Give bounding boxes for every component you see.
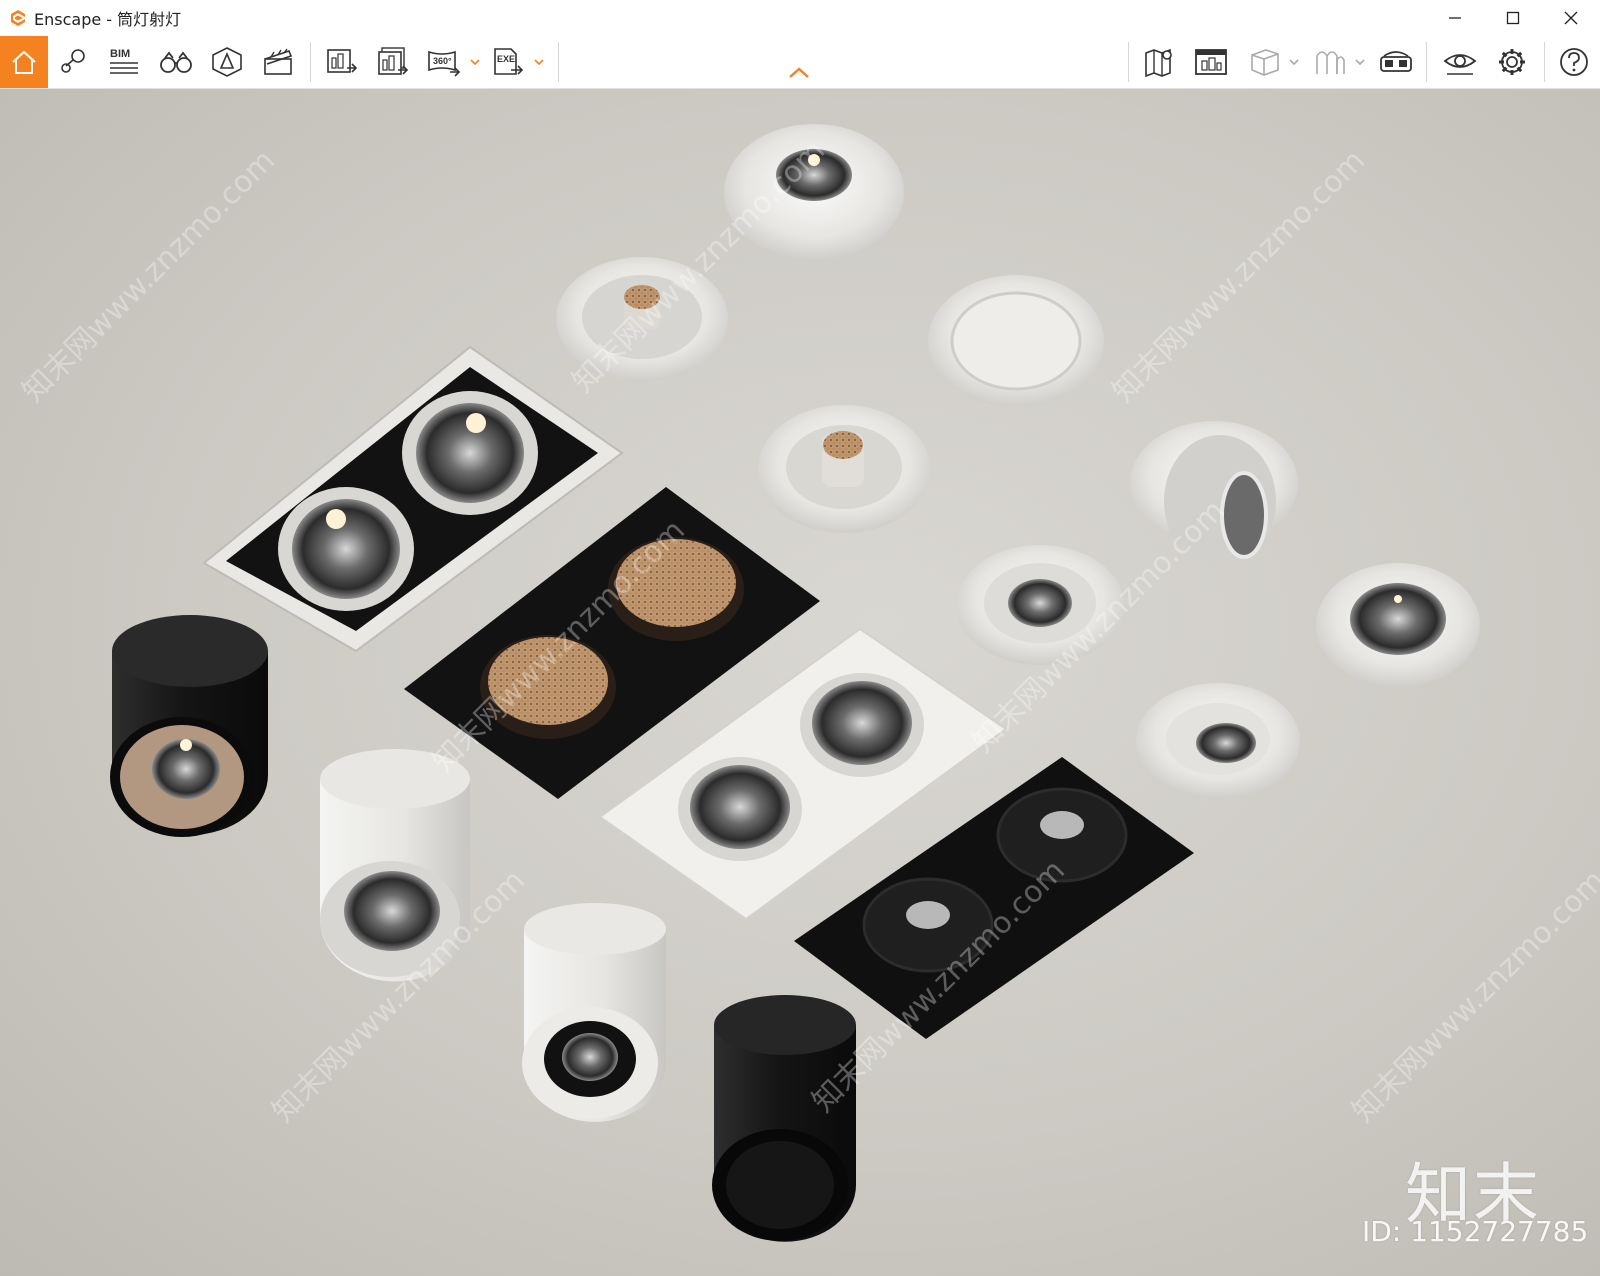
- vr-headset-icon: [1380, 51, 1412, 72]
- chevron-down-icon: [1355, 59, 1365, 65]
- panorama-360-icon: 360°: [428, 50, 461, 77]
- svg-text:360°: 360°: [433, 56, 452, 66]
- batch-render-icon: [378, 47, 409, 75]
- material-editor-button[interactable]: [1240, 36, 1288, 88]
- main-toolbar: BIM 360° EXE: [0, 36, 1600, 89]
- clapperboard-icon: [264, 48, 293, 75]
- title-bar: Enscape - 筒灯射灯: [0, 0, 1600, 36]
- toolbar-separator: [1426, 42, 1427, 82]
- gallery-icon: [1195, 49, 1227, 75]
- window-title: Enscape - 筒灯射灯: [34, 10, 182, 29]
- bim-button[interactable]: BIM: [101, 36, 149, 88]
- cylinder-white-2: [522, 903, 666, 1122]
- close-icon: [1564, 11, 1578, 25]
- downlight-honeycomb-2: [758, 405, 930, 533]
- minimize-button[interactable]: [1426, 0, 1484, 36]
- bim-icon: BIM: [110, 48, 138, 74]
- screenshots-gallery-button[interactable]: [1187, 36, 1235, 88]
- chevron-down-icon: [1289, 59, 1299, 65]
- walk-mode-button[interactable]: [152, 36, 200, 88]
- downlight-small-3: [1136, 683, 1300, 799]
- enscape-logo-icon: [11, 10, 25, 26]
- close-button[interactable]: [1542, 0, 1600, 36]
- general-settings-button[interactable]: [1488, 36, 1536, 88]
- svg-text:BIM: BIM: [110, 48, 130, 60]
- svg-text:EXE: EXE: [497, 54, 515, 64]
- downlight-flat-white: [928, 275, 1104, 407]
- export-360-button[interactable]: 360°: [420, 36, 468, 88]
- watermark-id: ID: 1152727785: [1362, 1215, 1589, 1248]
- collapse-toolbar-button[interactable]: [788, 66, 810, 85]
- render-viewport[interactable]: 知末网www.znzmo.com 知末网www.znzmo.com 知末网www…: [0, 89, 1600, 1276]
- site-context-button[interactable]: [1136, 36, 1184, 88]
- toolbar-separator: [1128, 42, 1129, 82]
- visual-settings-button[interactable]: [1436, 36, 1484, 88]
- atmosphere-icon: [1316, 51, 1345, 74]
- binoculars-icon: [160, 51, 192, 73]
- eye-icon: [1443, 54, 1477, 75]
- export-360-dropdown[interactable]: [469, 54, 481, 70]
- material-editor-dropdown[interactable]: [1288, 54, 1300, 70]
- minimize-icon: [1449, 17, 1461, 19]
- atmosphere-button[interactable]: [1306, 36, 1354, 88]
- map-icon: [1145, 48, 1172, 78]
- render-image-button[interactable]: [318, 36, 366, 88]
- toolbar-separator: [310, 42, 311, 82]
- chevron-up-icon: [789, 67, 809, 78]
- vr-headset-button[interactable]: [1372, 36, 1420, 88]
- render-image-icon: [327, 49, 358, 73]
- batch-render-button[interactable]: [369, 36, 417, 88]
- cylinder-black-2: [712, 995, 856, 1242]
- maximize-icon: [1506, 11, 1520, 25]
- home-icon: [12, 50, 36, 74]
- downlight-small-2: [1316, 563, 1480, 687]
- help-icon: [1560, 48, 1588, 76]
- home-button[interactable]: [0, 36, 48, 88]
- cylinder-black-1: [110, 615, 268, 837]
- toolbar-separator: [558, 42, 559, 82]
- toolbar-separator: [1544, 42, 1545, 82]
- chevron-down-icon: [470, 59, 480, 65]
- chevron-down-icon: [534, 59, 544, 65]
- maximize-button[interactable]: [1484, 0, 1542, 36]
- views-places-button[interactable]: [50, 36, 98, 88]
- asset-library-icon: [212, 47, 242, 77]
- help-button[interactable]: [1550, 36, 1598, 88]
- video-editor-button[interactable]: [254, 36, 302, 88]
- export-exe-dropdown[interactable]: [533, 54, 545, 70]
- atmosphere-dropdown[interactable]: [1354, 54, 1366, 70]
- location-pin-icon: [61, 49, 85, 73]
- gear-icon: [1499, 49, 1525, 75]
- export-exe-icon: EXE: [494, 48, 524, 75]
- export-exe-button[interactable]: EXE: [484, 36, 532, 88]
- asset-library-button[interactable]: [203, 36, 251, 88]
- cube-icon: [1251, 49, 1279, 76]
